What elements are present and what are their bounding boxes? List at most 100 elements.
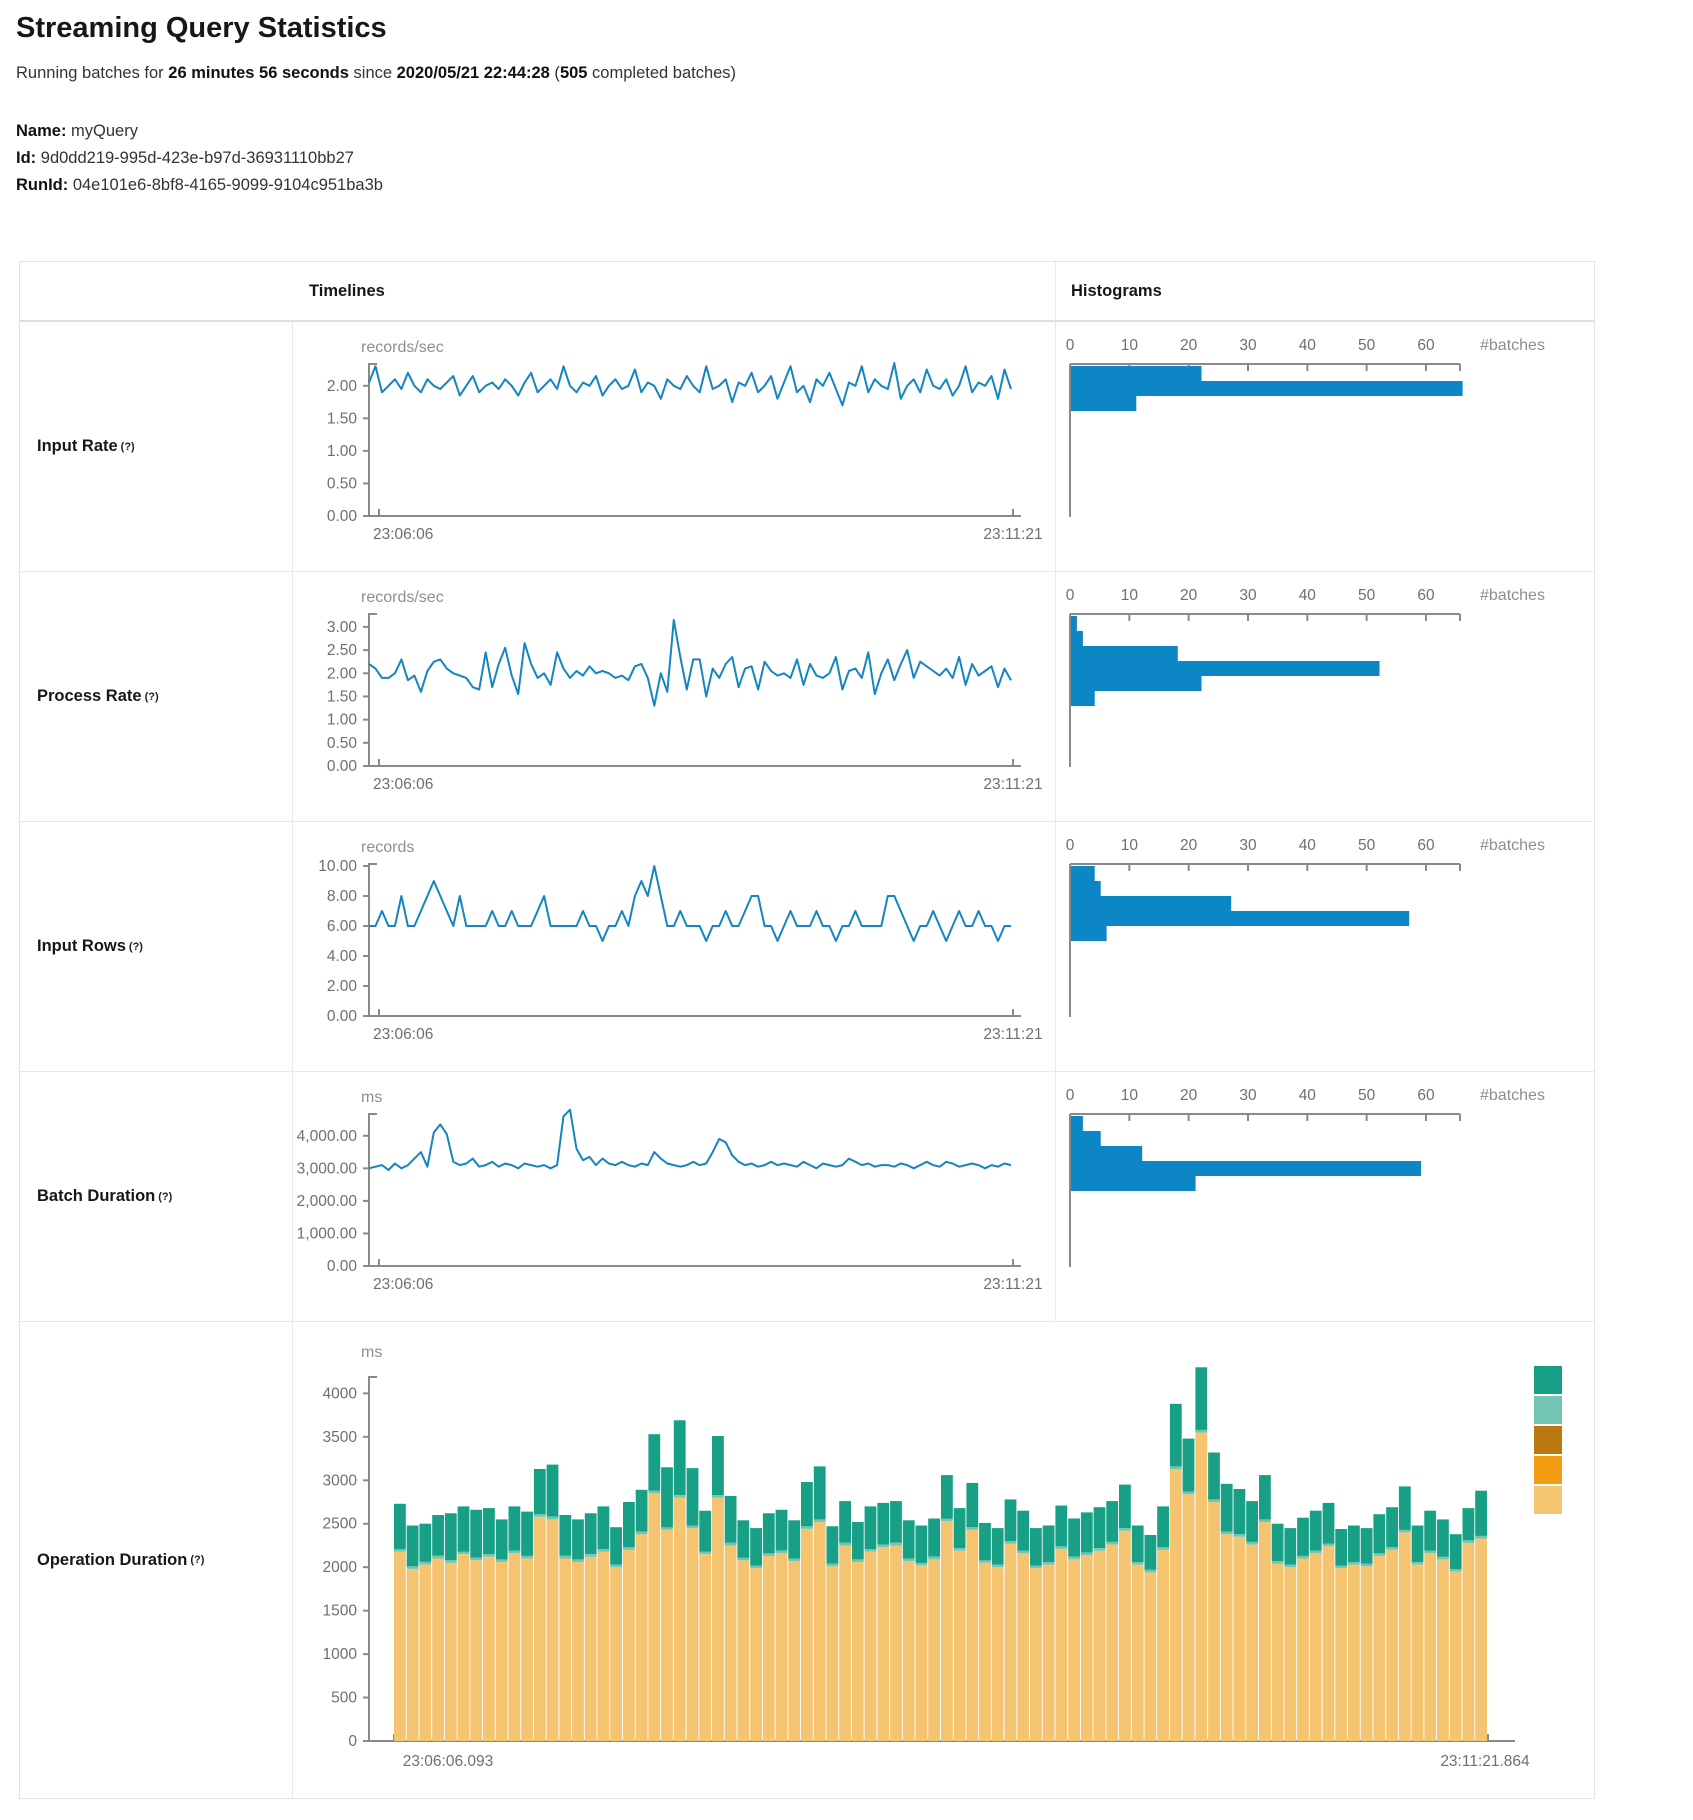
svg-text:20: 20 — [1180, 337, 1198, 354]
query-name-line: Name: myQuery — [16, 118, 383, 145]
row-label-text: Batch Duration — [37, 1187, 155, 1206]
svg-text:60: 60 — [1417, 837, 1435, 854]
svg-text:0: 0 — [1066, 337, 1075, 354]
svg-text:30: 30 — [1239, 837, 1257, 854]
svg-text:3500: 3500 — [323, 1429, 358, 1446]
query-name-label: Name: — [16, 122, 66, 140]
summary-prefix: Running batches for — [16, 64, 168, 82]
query-name-value: myQuery — [71, 122, 138, 140]
help-icon[interactable]: (?) — [190, 1554, 204, 1566]
svg-text:23:06:06: 23:06:06 — [373, 1276, 433, 1293]
row-label-input-rate: Input Rate(?) — [20, 322, 293, 572]
svg-text:20: 20 — [1180, 587, 1198, 604]
svg-text:60: 60 — [1417, 587, 1435, 604]
statistics-table: Timelines Histograms Input Rate(?) recor… — [19, 261, 1595, 1799]
svg-text:40: 40 — [1299, 1087, 1317, 1104]
help-icon[interactable]: (?) — [145, 691, 159, 703]
svg-text:3.00: 3.00 — [327, 619, 358, 636]
query-runid-line: RunId: 04e101e6-8bf8-4165-9099-9104c951b… — [16, 172, 383, 199]
input-rate-timeline-svg: records/sec2.001.501.000.500.0023:06:062… — [293, 322, 1055, 572]
svg-text:2.00: 2.00 — [327, 378, 358, 395]
svg-text:30: 30 — [1239, 587, 1257, 604]
svg-text:1.00: 1.00 — [327, 443, 358, 460]
operation-duration-legend — [1534, 1366, 1562, 1516]
summary-start-time: 2020/05/21 22:44:28 — [397, 64, 550, 82]
svg-text:50: 50 — [1358, 1087, 1376, 1104]
svg-text:0: 0 — [348, 1733, 357, 1750]
row-label-text: Process Rate — [37, 687, 142, 706]
row-label-operation-duration: Operation Duration(?) — [20, 1322, 293, 1798]
svg-text:23:06:06: 23:06:06 — [373, 776, 433, 793]
help-icon[interactable]: (?) — [158, 1191, 172, 1203]
row-label-text: Input Rate — [37, 437, 118, 456]
batch-duration-timeline-svg: ms4,000.003,000.002,000.001,000.000.0023… — [293, 1072, 1055, 1322]
process-rate-histogram-chart: 0102030405060#batches — [1055, 572, 1594, 822]
row-label-process-rate: Process Rate(?) — [20, 572, 293, 822]
svg-text:30: 30 — [1239, 1087, 1257, 1104]
svg-text:23:11:21: 23:11:21 — [983, 1276, 1042, 1293]
query-id-label: Id: — [16, 149, 36, 167]
row-label-batch-duration: Batch Duration(?) — [20, 1072, 293, 1322]
process-rate-timeline-chart: records/sec3.002.502.001.501.000.500.002… — [293, 572, 1055, 822]
svg-text:8.00: 8.00 — [327, 888, 358, 905]
header-empty-cell — [20, 262, 293, 322]
svg-text:2000: 2000 — [323, 1559, 358, 1576]
svg-text:23:11:21.864: 23:11:21.864 — [1440, 1753, 1530, 1770]
svg-text:4,000.00: 4,000.00 — [297, 1128, 358, 1145]
batch-duration-timeline-chart: ms4,000.003,000.002,000.001,000.000.0023… — [293, 1072, 1055, 1322]
svg-text:1.50: 1.50 — [327, 410, 358, 427]
help-icon[interactable]: (?) — [129, 941, 143, 953]
query-runid-label: RunId: — [16, 176, 68, 194]
svg-text:0.00: 0.00 — [327, 1008, 358, 1025]
row-label-text: Operation Duration — [37, 1551, 187, 1570]
svg-text:10: 10 — [1121, 337, 1139, 354]
help-icon[interactable]: (?) — [121, 441, 135, 453]
query-runid-value: 04e101e6-8bf8-4165-9099-9104c951ba3b — [73, 176, 383, 194]
svg-text:40: 40 — [1299, 337, 1317, 354]
svg-text:60: 60 — [1417, 1087, 1435, 1104]
page-title: Streaming Query Statistics — [16, 12, 387, 45]
svg-text:10: 10 — [1121, 837, 1139, 854]
svg-text:3000: 3000 — [323, 1472, 358, 1489]
input-rows-histogram-svg: 0102030405060#batches — [1056, 822, 1594, 1072]
svg-text:#batches: #batches — [1480, 337, 1545, 354]
svg-text:1500: 1500 — [323, 1603, 358, 1620]
svg-text:records/sec: records/sec — [361, 589, 444, 606]
input-rate-timeline-chart: records/sec2.001.501.000.500.0023:06:062… — [293, 322, 1055, 572]
process-rate-timeline-svg: records/sec3.002.502.001.501.000.500.002… — [293, 572, 1055, 822]
svg-text:0: 0 — [1066, 837, 1075, 854]
svg-text:2.50: 2.50 — [327, 642, 358, 659]
svg-text:ms: ms — [361, 1089, 382, 1106]
batch-duration-histogram-svg: 0102030405060#batches — [1056, 1072, 1594, 1322]
svg-text:60: 60 — [1417, 337, 1435, 354]
input-rate-histogram-svg: 0102030405060#batches — [1056, 322, 1594, 572]
row-label-text: Input Rows — [37, 937, 126, 956]
input-rows-histogram-chart: 0102030405060#batches — [1055, 822, 1594, 1072]
svg-text:20: 20 — [1180, 1087, 1198, 1104]
legend-swatch-series-1 — [1534, 1366, 1562, 1394]
svg-text:40: 40 — [1299, 587, 1317, 604]
summary-suffix: completed batches) — [587, 64, 736, 82]
svg-text:2.00: 2.00 — [327, 665, 358, 682]
svg-text:50: 50 — [1358, 337, 1376, 354]
svg-text:23:06:06: 23:06:06 — [373, 1026, 433, 1043]
svg-text:2,000.00: 2,000.00 — [297, 1193, 358, 1210]
svg-text:20: 20 — [1180, 837, 1198, 854]
svg-text:0.50: 0.50 — [327, 735, 358, 752]
streaming-query-statistics-page: Streaming Query Statistics Running batch… — [0, 0, 1693, 1820]
legend-swatch-series-4 — [1534, 1456, 1562, 1484]
svg-text:0.00: 0.00 — [327, 758, 358, 775]
svg-text:40: 40 — [1299, 837, 1317, 854]
operation-duration-svg: ms4000350030002500200015001000500023:06:… — [293, 1322, 1594, 1798]
svg-text:23:11:21: 23:11:21 — [983, 1026, 1042, 1043]
svg-text:10.00: 10.00 — [318, 858, 357, 875]
svg-text:10: 10 — [1121, 1087, 1139, 1104]
process-rate-histogram-svg: 0102030405060#batches — [1056, 572, 1594, 822]
svg-text:1,000.00: 1,000.00 — [297, 1225, 358, 1242]
svg-text:0.50: 0.50 — [327, 475, 358, 492]
input-rate-histogram-chart: 0102030405060#batches — [1055, 322, 1594, 572]
svg-text:4.00: 4.00 — [327, 948, 358, 965]
svg-text:records/sec: records/sec — [361, 339, 444, 356]
legend-swatch-series-3 — [1534, 1426, 1562, 1454]
summary-since: since — [349, 64, 397, 82]
